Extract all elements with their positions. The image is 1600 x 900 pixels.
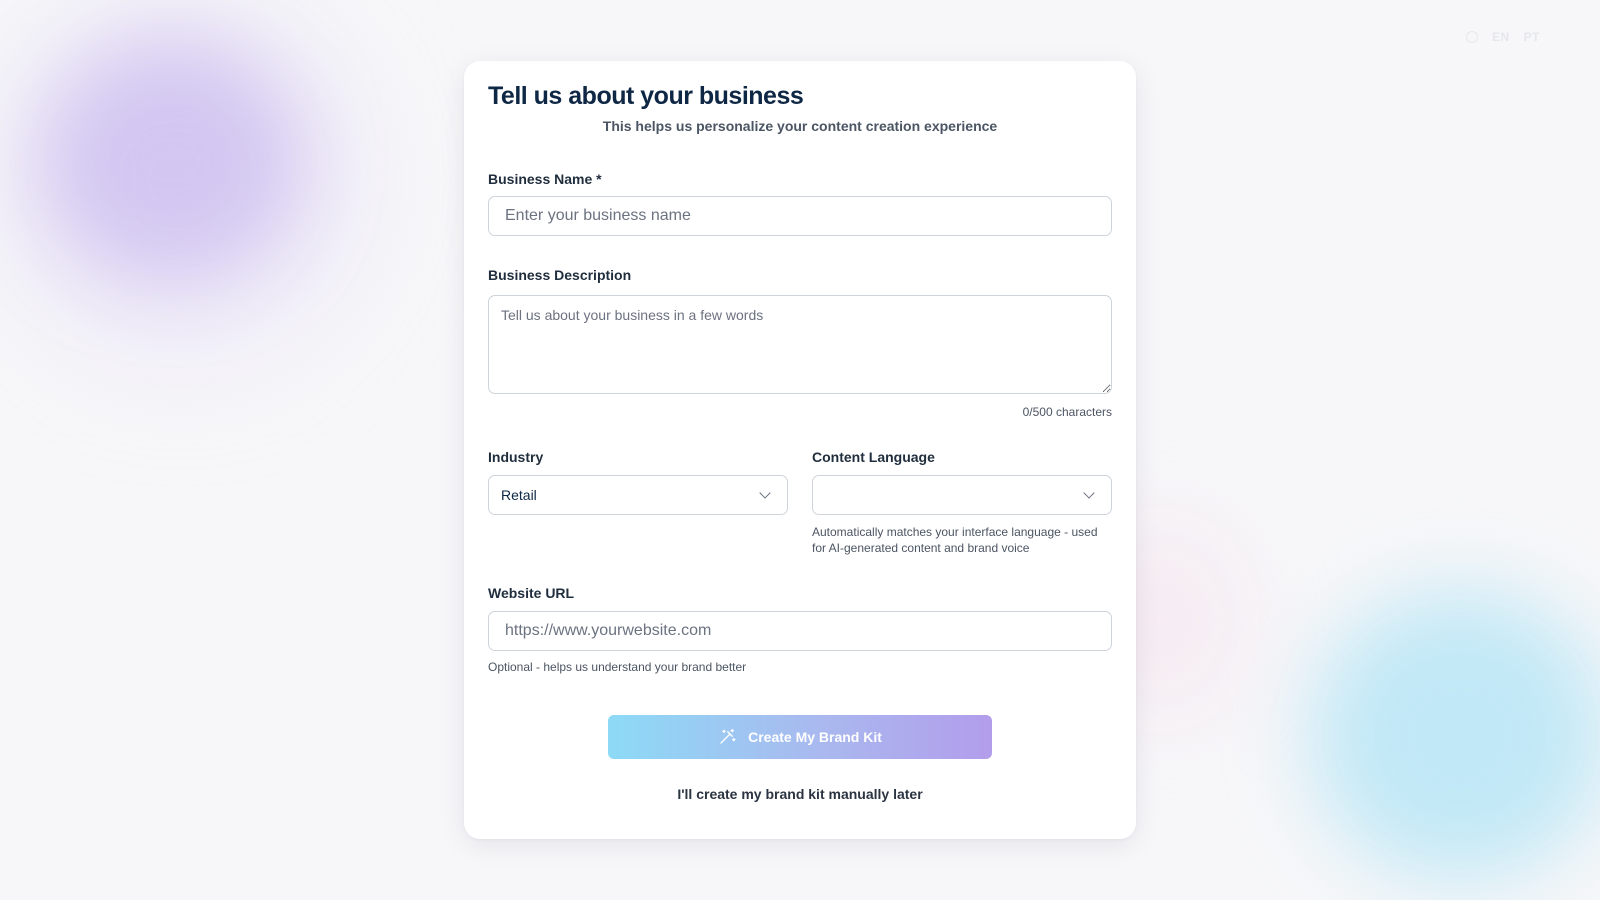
magic-wand-icon <box>720 728 736 744</box>
content-language-select[interactable] <box>812 475 1112 515</box>
background-blob <box>40 40 300 280</box>
content-language-label: Content Language <box>812 449 935 465</box>
business-name-input[interactable] <box>488 196 1112 236</box>
page-subtitle: This helps us personalize your content c… <box>602 118 998 134</box>
chevron-down-icon <box>1083 487 1095 499</box>
industry-label: Industry <box>488 449 544 465</box>
industry-select[interactable]: Retail <box>488 475 788 515</box>
chevron-down-icon <box>759 487 771 499</box>
language-option-pt[interactable]: PT <box>1524 30 1540 44</box>
industry-selected-value: Retail <box>501 487 537 503</box>
business-name-label: Business Name * <box>488 171 602 187</box>
website-url-input[interactable] <box>488 611 1112 651</box>
create-brand-kit-button[interactable]: Create My Brand Kit <box>608 715 992 759</box>
onboarding-card: Tell us about your business This helps u… <box>464 61 1136 839</box>
business-description-textarea[interactable] <box>488 295 1112 394</box>
page-title: Tell us about your business <box>488 82 804 110</box>
content-language-helper: Automatically matches your interface lan… <box>812 525 1098 556</box>
background-blob <box>0 0 360 360</box>
language-option-en[interactable]: EN <box>1492 30 1510 44</box>
globe-icon[interactable] <box>1465 31 1478 43</box>
create-brand-kit-label: Create My Brand Kit <box>748 729 882 745</box>
language-switcher: EN PT <box>1465 30 1540 44</box>
business-description-label: Business Description <box>488 267 632 283</box>
character-counter: 0/500 characters <box>1022 405 1112 419</box>
website-url-helper: Optional - helps us understand your bran… <box>488 660 747 674</box>
manual-brand-kit-link[interactable]: I'll create my brand kit manually later <box>464 786 1136 802</box>
background-blob <box>1310 590 1600 880</box>
website-url-label: Website URL <box>488 585 575 601</box>
